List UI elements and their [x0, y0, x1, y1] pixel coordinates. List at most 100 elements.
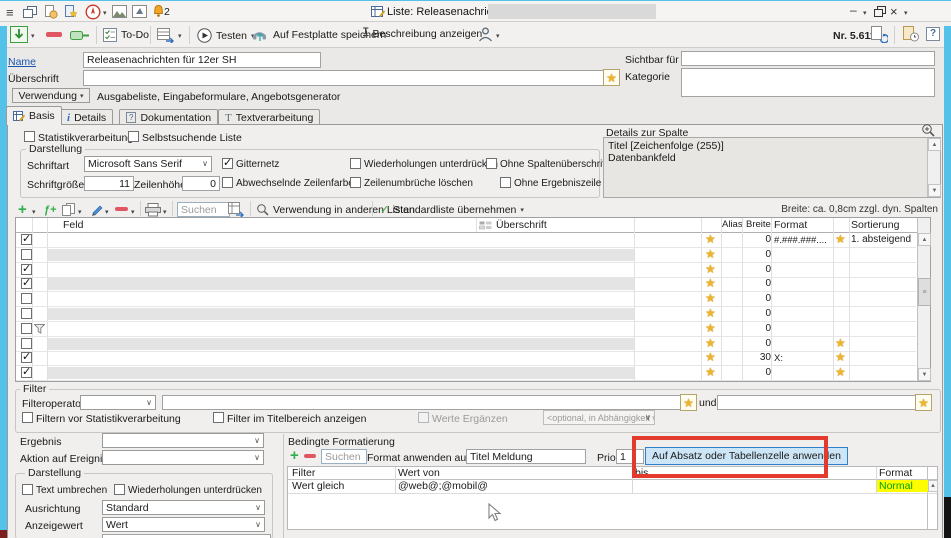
row-visible-checkbox[interactable] [21, 323, 32, 334]
kategorie-input[interactable] [681, 68, 935, 97]
filteroperator-select[interactable] [80, 395, 156, 410]
add-function-icon[interactable]: ƒ+ [44, 204, 57, 216]
favorite-star-icon[interactable]: ★ [705, 307, 716, 319]
scrollbar-thumb[interactable]: ≡ [918, 278, 931, 306]
ohne-ergebnis-checkbox[interactable] [500, 177, 511, 188]
document-star-icon[interactable] [64, 5, 78, 22]
wiederholungen2-checkbox[interactable] [114, 484, 125, 495]
add-condition-icon[interactable]: + [290, 447, 299, 464]
note-flag-icon[interactable] [132, 5, 147, 21]
bedingte-suchen-input[interactable]: Suchen [321, 449, 367, 464]
name-label[interactable]: Name [8, 56, 36, 68]
remove-condition-icon[interactable] [304, 454, 316, 458]
favorite-star-icon[interactable]: ★ [705, 337, 716, 349]
table-scrollbar[interactable]: ▲ ≡ ▼ [917, 218, 930, 381]
close-dropdown-icon[interactable]: ▾ [904, 9, 908, 17]
compass-icon[interactable] [85, 4, 101, 23]
scroll-down-icon[interactable]: ▼ [918, 368, 931, 381]
list-export-icon[interactable] [157, 28, 176, 46]
field-table-row[interactable]: ★0 [16, 307, 916, 322]
print-dropdown-icon[interactable]: ▾ [163, 208, 167, 216]
ueberschrift-favorite-button[interactable]: ★ [603, 69, 620, 86]
sort-star-icon[interactable]: ★ [835, 233, 846, 245]
favorite-star-icon[interactable]: ★ [705, 248, 716, 260]
abwechselnd-checkbox[interactable] [222, 177, 233, 188]
zeilenhoehe-input[interactable]: 0 [182, 176, 220, 191]
history-refresh-icon[interactable] [870, 26, 888, 46]
ausrichtung-select[interactable]: Standard [102, 500, 265, 515]
document-history-icon[interactable] [902, 26, 920, 46]
cond-header-filter[interactable]: Filter [292, 467, 315, 479]
copy-dropdown-icon[interactable]: ▾ [78, 208, 82, 216]
field-table-row[interactable]: ★0 [16, 263, 916, 278]
remove-icon[interactable] [46, 32, 62, 37]
row-visible-checkbox[interactable] [21, 352, 32, 363]
windows-icon[interactable] [23, 6, 37, 21]
row-visible-checkbox[interactable] [21, 234, 32, 245]
favorite-star-icon[interactable]: ★ [705, 233, 716, 245]
minimize-dropdown-icon[interactable]: ▾ [863, 9, 867, 17]
schriftgroesse-input[interactable]: 11 [84, 176, 134, 191]
tab-dokumentation[interactable]: ? Dokumentation [119, 109, 218, 125]
save-dropdown-icon[interactable]: ▾ [31, 32, 35, 40]
edit-dropdown-icon[interactable]: ▾ [105, 208, 109, 216]
row-visible-checkbox[interactable] [21, 338, 32, 349]
text-umbrechen-checkbox[interactable] [22, 484, 33, 495]
col-header-format[interactable]: Format [774, 219, 807, 231]
col-header-breite[interactable]: Breite [746, 219, 771, 230]
save-icon[interactable] [10, 26, 28, 46]
schriftart-select[interactable]: Microsoft Sans Serif [84, 156, 212, 172]
row-visible-checkbox[interactable] [21, 367, 32, 378]
minimize-button[interactable]: – [850, 3, 857, 17]
row-visible-checkbox[interactable] [21, 293, 32, 304]
add-column-icon[interactable]: + [18, 201, 27, 218]
details-scrollbar[interactable]: ▲ ▼ [927, 138, 940, 197]
image-icon[interactable] [112, 5, 127, 21]
field-table-row[interactable]: ★0 [16, 277, 916, 292]
field-table-row[interactable]: ★0 [16, 248, 916, 263]
zeilenumbrueche-checkbox[interactable] [350, 177, 361, 188]
col-header-ueberschrift[interactable]: Überschrift [496, 219, 547, 231]
compass-dropdown-icon[interactable]: ▾ [103, 9, 107, 17]
favorite-star-icon[interactable]: ★ [705, 351, 716, 363]
field-table-row[interactable]: ★30X:★ [16, 351, 916, 366]
filtern-vor-checkbox[interactable] [22, 412, 33, 423]
selbstsuchend-checkbox[interactable] [128, 131, 139, 142]
sort-star-icon[interactable]: ★ [835, 351, 846, 363]
document-clock-icon[interactable] [44, 5, 58, 22]
aktion-select[interactable] [102, 450, 264, 465]
wiederholungen-checkbox[interactable] [350, 158, 361, 169]
help-icon[interactable]: ? [926, 27, 940, 41]
field-table-row[interactable]: ★0 [16, 292, 916, 307]
anzeigewert-select[interactable]: Wert [102, 517, 265, 532]
field-table-row[interactable]: ★0★ [16, 366, 916, 381]
testen-button[interactable]: Testen ▾ [197, 28, 254, 43]
row-visible-checkbox[interactable] [21, 264, 32, 275]
favorite-star-icon[interactable]: ★ [705, 263, 716, 275]
sort-star-icon[interactable]: ★ [835, 366, 846, 378]
scroll-up-icon[interactable]: ▲ [928, 480, 938, 492]
ueberschrift-input[interactable] [83, 70, 609, 86]
filter-favorite-1[interactable]: ★ [680, 394, 697, 411]
cond-header-format[interactable]: Format [879, 467, 912, 479]
hamburger-menu-icon[interactable]: ≡ [6, 5, 14, 20]
filter-favorite-2[interactable]: ★ [915, 394, 932, 411]
todo-button[interactable]: To-Do [103, 28, 149, 42]
field-table-row[interactable]: ★0★ [16, 337, 916, 352]
scroll-up-icon[interactable]: ▲ [918, 233, 931, 246]
cond-header-wert-von[interactable]: Wert von [398, 467, 440, 479]
scroll-up-icon[interactable]: ▲ [928, 138, 941, 151]
partial-input[interactable] [102, 534, 271, 538]
scroll-down-icon[interactable]: ▼ [928, 184, 941, 197]
favorite-star-icon[interactable]: ★ [705, 366, 716, 378]
delete-column-icon[interactable] [115, 207, 128, 211]
ergebnis-select[interactable] [102, 433, 264, 448]
tab-textverarbeitung[interactable]: T Textverarbeitung [218, 109, 320, 125]
titelbereich-checkbox[interactable] [213, 412, 224, 423]
person-icon[interactable] [478, 27, 493, 45]
format-anwenden-input[interactable]: Titel Meldung [466, 449, 586, 464]
gitternetz-checkbox[interactable] [222, 158, 233, 169]
restore-button[interactable] [874, 6, 886, 20]
details-spalte-textarea[interactable]: Titel [Zeichenfolge (255)] Datenbankfeld… [603, 137, 941, 198]
col-header-alias[interactable]: Alias [722, 219, 743, 230]
